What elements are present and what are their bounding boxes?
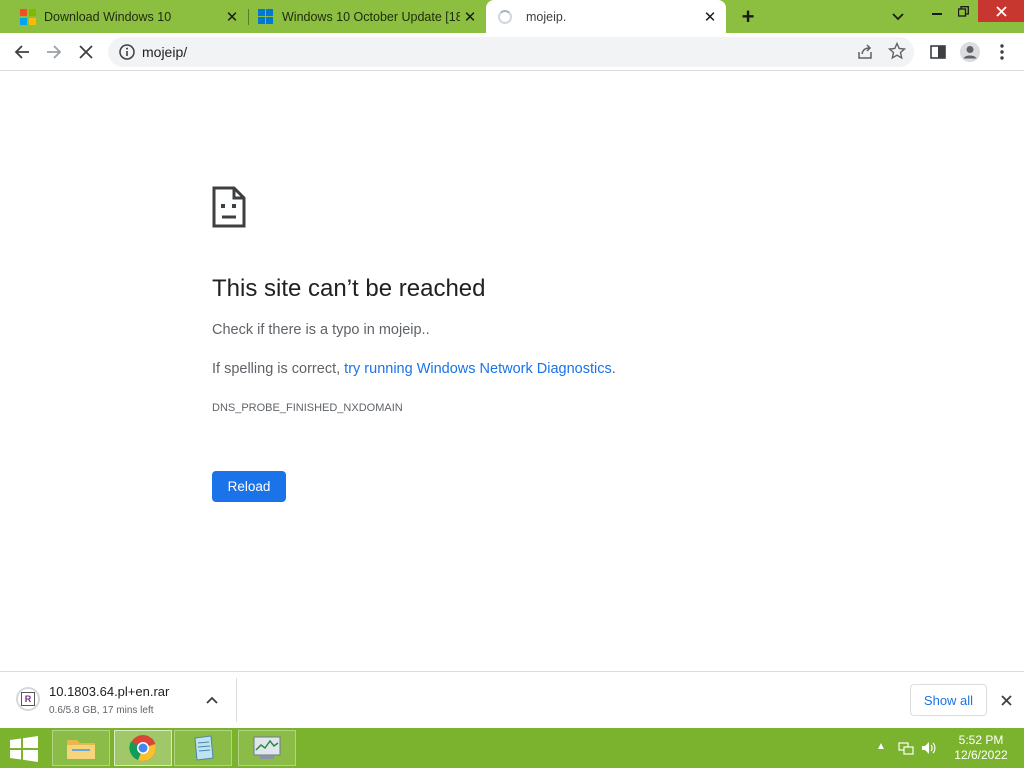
download-status: 0.6/5.8 GB, 17 mins left: [49, 705, 154, 716]
reload-button[interactable]: Reload: [212, 471, 286, 502]
show-hidden-icons-button[interactable]: ▲: [876, 741, 886, 752]
download-progress-ring[interactable]: R: [16, 687, 40, 711]
back-arrow-icon: [14, 45, 29, 59]
forward-arrow-icon: [47, 45, 62, 59]
forward-button[interactable]: [40, 38, 68, 66]
address-bar[interactable]: mojeip/: [108, 37, 914, 67]
notepad-icon: [194, 735, 214, 761]
network-icon[interactable]: [898, 740, 914, 756]
back-button[interactable]: [8, 38, 36, 66]
stop-x-icon: [79, 45, 93, 59]
chevron-up-icon: [206, 696, 218, 704]
kebab-menu-icon: [1000, 44, 1004, 60]
download-divider: [236, 678, 237, 722]
tab-download-windows-10[interactable]: Download Windows 10 ✕: [0, 0, 248, 33]
loading-spinner-icon: [498, 9, 512, 24]
download-shelf: R 10.1803.64.pl+en.rar 0.6/5.8 GB, 17 mi…: [0, 671, 1024, 728]
clock-date: 12/6/2022: [954, 748, 1008, 762]
clock-time: 5:52 PM: [958, 733, 1004, 747]
tab-mojeip-active[interactable]: mojeip. ✕: [486, 0, 726, 33]
download-options-button[interactable]: [202, 690, 222, 710]
winrar-file-icon: R: [21, 692, 35, 706]
profile-button[interactable]: [956, 38, 984, 66]
error-code: DNS_PROBE_FINISHED_NXDOMAIN: [212, 402, 403, 414]
close-icon: [1000, 694, 1012, 706]
share-icon[interactable]: [856, 43, 874, 61]
url-text[interactable]: mojeip/: [142, 44, 187, 60]
network-diagnostics-link[interactable]: try running Windows Network Diagnostics: [344, 361, 612, 377]
folder-icon: [67, 740, 95, 759]
bookmark-star-icon[interactable]: [888, 42, 906, 60]
error-suggestion-typo: Check if there is a typo in mojeip..: [212, 322, 430, 338]
close-icon: [995, 5, 1007, 17]
info-icon[interactable]: [118, 43, 136, 61]
restore-icon: [957, 5, 969, 17]
taskbar-file-explorer[interactable]: [52, 730, 110, 766]
task-manager-icon: [253, 736, 281, 759]
system-clock[interactable]: 5:52 PM 12/6/2022: [948, 733, 1014, 763]
new-tab-button[interactable]: +: [737, 4, 759, 29]
chrome-menu-button[interactable]: [988, 38, 1016, 66]
error-suggestion-prefix: If spelling is correct,: [212, 361, 345, 377]
windows-start-button[interactable]: [8, 736, 40, 762]
tab-close-icon[interactable]: ✕: [460, 7, 480, 27]
tab-windows-10-october-update[interactable]: Windows 10 October Update [18 ✕: [248, 0, 486, 33]
error-suggestion-diagnostics: If spelling is correct, try running Wind…: [212, 361, 616, 377]
download-filename[interactable]: 10.1803.64.pl+en.rar: [49, 684, 169, 699]
taskbar-task-manager[interactable]: [238, 730, 296, 766]
error-suggestion-suffix: .: [611, 361, 616, 377]
sad-page-icon: [212, 186, 246, 228]
tab-strip: Download Windows 10 ✕ Windows 10 October…: [0, 0, 1024, 33]
side-panel-icon: [930, 45, 946, 59]
windows-logo-icon: [258, 8, 274, 25]
browser-toolbar: mojeip/: [0, 33, 1024, 71]
tab-title: Download Windows 10: [44, 9, 172, 24]
restore-button[interactable]: [950, 0, 976, 22]
chevron-down-icon: [892, 13, 904, 21]
windows-taskbar: ▲ 5:52 PM 12/6/2022: [0, 728, 1024, 768]
taskbar-notepad[interactable]: [174, 730, 232, 766]
tab-search-button[interactable]: [888, 7, 908, 27]
tab-title: Windows 10 October Update [18: [282, 9, 460, 24]
tab-title: mojeip.: [526, 9, 567, 24]
minimize-button[interactable]: [924, 0, 950, 22]
minimize-icon: [932, 13, 942, 15]
close-download-shelf-button[interactable]: [996, 690, 1016, 710]
side-panel-button[interactable]: [924, 38, 952, 66]
close-window-button[interactable]: [978, 0, 1024, 22]
tab-close-icon[interactable]: ✕: [222, 7, 242, 27]
chrome-icon: [129, 735, 156, 761]
show-all-downloads-button[interactable]: Show all: [910, 684, 987, 716]
stop-loading-button[interactable]: [72, 38, 100, 66]
tab-close-icon[interactable]: ✕: [700, 7, 720, 27]
error-title: This site can’t be reached: [212, 275, 486, 302]
profile-avatar-icon: [960, 42, 980, 62]
taskbar-chrome[interactable]: [114, 730, 172, 766]
microsoft-logo-icon: [20, 8, 36, 25]
volume-icon[interactable]: [920, 740, 936, 756]
